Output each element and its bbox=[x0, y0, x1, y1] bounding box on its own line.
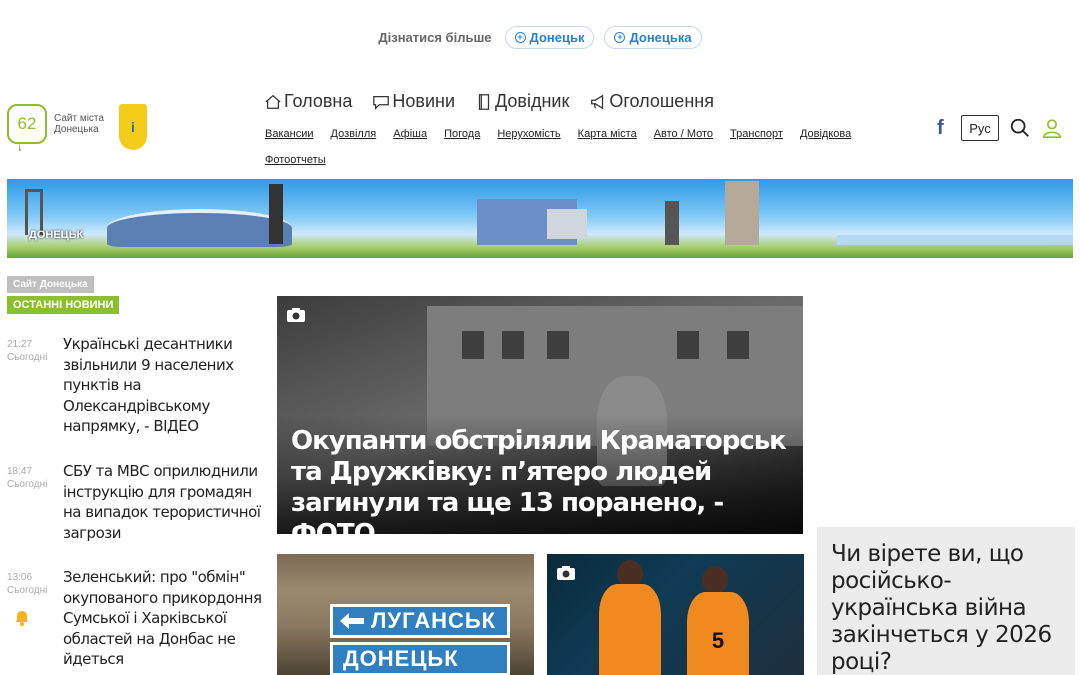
home-icon bbox=[265, 94, 281, 109]
banner-monument-shape bbox=[269, 184, 283, 244]
player-head-shape bbox=[702, 566, 728, 594]
nav-item-directory[interactable]: Довідник bbox=[475, 91, 569, 112]
subnav-link-auto[interactable]: Авто / Мото bbox=[654, 121, 713, 147]
subnav-link-map[interactable]: Карта міста bbox=[578, 121, 637, 147]
subnav-link-reference[interactable]: Довідкова bbox=[800, 121, 851, 147]
news-time-value: 13:06 bbox=[7, 572, 33, 583]
featured-article-title[interactable]: Окупанти обстріляли Краматорськ та Дружк… bbox=[291, 426, 796, 534]
hero-window-shape bbox=[502, 331, 524, 359]
hero-window-shape bbox=[727, 331, 749, 359]
facebook-icon[interactable]: f bbox=[937, 117, 951, 140]
featured-article[interactable]: Окупанти обстріляли Краматорськ та Дружк… bbox=[277, 296, 803, 534]
article-card[interactable]: 5 bbox=[547, 554, 804, 675]
news-day: Сьогодні bbox=[7, 352, 48, 363]
logo-number: 62 bbox=[17, 114, 37, 133]
logo-text: Сайт міста Донецька bbox=[54, 113, 104, 135]
search-icon[interactable] bbox=[1009, 117, 1031, 139]
bell-icon[interactable] bbox=[12, 608, 32, 628]
banner-monument-shape bbox=[665, 201, 679, 245]
subnav-link-transport[interactable]: Транспорт bbox=[730, 121, 783, 147]
nav-item-label: Головна bbox=[284, 91, 353, 111]
learn-more-link-donetska[interactable]: + Донецька bbox=[604, 26, 702, 49]
nav-item-news[interactable]: Новини bbox=[372, 91, 455, 112]
road-sign-luhansk: ЛУГАНСЬК bbox=[330, 604, 510, 638]
city-banner: ДОНЕЦЬК bbox=[7, 179, 1073, 258]
sub-nav: Вакансии Дозвілля Афіша Погода Нерухоміс… bbox=[265, 121, 885, 173]
hero-window-shape bbox=[547, 331, 569, 359]
learn-more-label: Дізнатися більше bbox=[378, 30, 492, 45]
poll-question: Чи вірете ви, що російсько-українська ві… bbox=[831, 541, 1052, 675]
header-actions: f Рус bbox=[937, 115, 1063, 141]
subnav-link-afisha[interactable]: Афіша bbox=[393, 121, 427, 147]
nav-item-label: Оголошення bbox=[609, 91, 714, 111]
news-time-value: 21:27 bbox=[7, 339, 33, 350]
subnav-link-leisure[interactable]: Дозвілля bbox=[331, 121, 377, 147]
subnav-link-weather[interactable]: Погода bbox=[444, 121, 480, 147]
article-card[interactable]: ЛУГАНСЬК ДОНЕЦЬК bbox=[277, 554, 534, 675]
poll-widget: Чи вірете ви, що російсько-українська ві… bbox=[817, 527, 1075, 675]
banner-building-shape bbox=[547, 209, 587, 239]
book-icon bbox=[478, 93, 490, 110]
road-sign-donetsk: ДОНЕЦЬК bbox=[330, 642, 510, 675]
coat-of-arms-icon[interactable]: і bbox=[119, 104, 147, 150]
nav-item-ads[interactable]: Оголошення bbox=[589, 91, 714, 112]
road-sign-label: ДОНЕЦЬК bbox=[343, 646, 459, 671]
news-title[interactable]: Українські десантники звільнили 9 населе… bbox=[63, 334, 263, 437]
chat-icon bbox=[373, 95, 390, 110]
news-item[interactable]: 13:06 Сьогодні Зеленський: про "обмін" ок… bbox=[7, 567, 267, 670]
subnav-link-vacancies[interactable]: Вакансии bbox=[265, 121, 314, 147]
plus-icon: + bbox=[614, 32, 626, 43]
main-nav: Головна Новини Довідник Оголошення bbox=[264, 91, 714, 112]
news-item[interactable]: 21:27 Сьогодні Українські десантники звіл… bbox=[7, 334, 267, 437]
player-shape bbox=[599, 584, 661, 675]
nav-item-label: Довідник bbox=[495, 91, 570, 111]
news-day: Сьогодні bbox=[7, 585, 48, 596]
megaphone-icon bbox=[591, 94, 604, 109]
player-shape: 5 bbox=[687, 592, 749, 675]
learn-more-link-donetsk[interactable]: + Донецьк bbox=[504, 26, 595, 49]
language-switch-button[interactable]: Рус bbox=[961, 115, 999, 141]
banner-city-label: ДОНЕЦЬК bbox=[29, 229, 84, 241]
player-number: 5 bbox=[711, 628, 725, 653]
site-tag[interactable]: Сайт Донецька bbox=[7, 276, 94, 293]
plus-icon: + bbox=[514, 32, 526, 43]
logo-badge: 62 bbox=[7, 104, 47, 151]
learn-more-link-label: Донецьк bbox=[529, 30, 585, 45]
nav-item-home[interactable]: Головна bbox=[264, 91, 352, 112]
learn-more-link-label: Донецька bbox=[629, 30, 692, 45]
hero-window-shape bbox=[462, 331, 484, 359]
road-sign-label: ЛУГАНСЬК bbox=[371, 608, 497, 633]
news-item[interactable]: 18:47 Сьогодні СБУ та МВС оприлюднили інс… bbox=[7, 461, 267, 543]
news-day: Сьогодні bbox=[7, 479, 48, 490]
learn-more-bar: Дізнатися більше + Донецьк + Донецька bbox=[0, 26, 1080, 49]
news-title[interactable]: Зеленський: про "обмін" окупованого прик… bbox=[63, 567, 263, 670]
nav-item-label: Новини bbox=[392, 91, 456, 111]
subnav-link-realty[interactable]: Нерухомість bbox=[497, 121, 560, 147]
camera-icon bbox=[557, 566, 575, 580]
news-time: 18:47 Сьогодні bbox=[7, 461, 63, 543]
news-time-value: 18:47 bbox=[7, 466, 33, 477]
banner-stadium-shape bbox=[107, 209, 292, 247]
camera-icon bbox=[287, 308, 305, 322]
subnav-link-photo[interactable]: Фотоотчеты bbox=[265, 147, 326, 173]
banner-tower-shape bbox=[725, 181, 759, 245]
arrow-left-icon bbox=[340, 613, 364, 629]
latest-news-tag[interactable]: ОСТАННІ НОВИНИ bbox=[7, 296, 120, 314]
banner-river-shape bbox=[837, 235, 1073, 245]
news-time: 21:27 Сьогодні bbox=[7, 334, 63, 437]
site-logo[interactable]: 62 Сайт міста Донецька bbox=[7, 104, 106, 151]
hero-window-shape bbox=[677, 331, 699, 359]
user-icon[interactable] bbox=[1041, 117, 1063, 139]
news-title[interactable]: СБУ та МВС оприлюднили інструкцію для гр… bbox=[63, 461, 263, 543]
